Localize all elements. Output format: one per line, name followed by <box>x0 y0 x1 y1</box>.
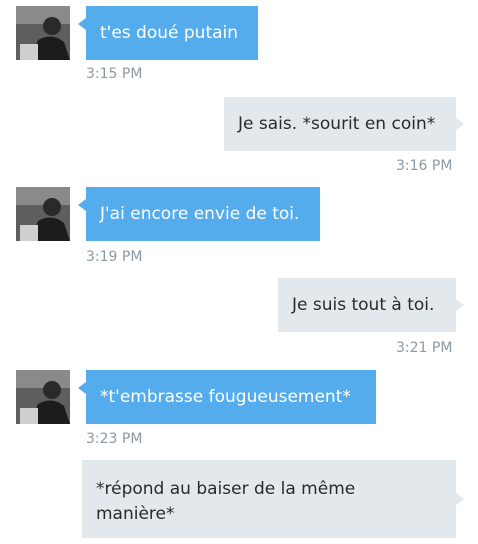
avatar-photo-icon <box>16 187 70 241</box>
message-bubble-outgoing[interactable]: Je sais. *sourit en coin* <box>224 97 464 151</box>
message-timestamp: 3:16 PM <box>396 158 453 174</box>
message-text: *t'embrasse fougueusement* <box>100 387 351 407</box>
message-text: J'ai encore envie de toi. <box>100 204 300 224</box>
message-text: *répond au baiser de la même manière* <box>96 479 356 524</box>
avatar[interactable] <box>16 187 70 241</box>
message-bubble-incoming[interactable]: J'ai encore envie de toi. <box>78 187 320 241</box>
message-bubble-incoming[interactable]: t'es doué putain <box>78 6 258 60</box>
message-timestamp: 3:19 PM <box>86 249 143 265</box>
message-timestamp: 3:15 PM <box>86 66 143 82</box>
message-text: t'es doué putain <box>100 23 239 43</box>
avatar-photo-icon <box>16 370 70 424</box>
message-bubble-incoming[interactable]: *t'embrasse fougueusement* <box>78 370 376 424</box>
message-timestamp: 3:23 PM <box>86 431 143 447</box>
avatar[interactable] <box>16 370 70 424</box>
message-bubble-outgoing[interactable]: Je suis tout à toi. <box>278 278 464 332</box>
avatar-photo-icon <box>16 6 70 60</box>
message-text: Je suis tout à toi. <box>292 295 435 315</box>
message-timestamp: 3:21 PM <box>396 340 453 356</box>
avatar[interactable] <box>16 6 70 60</box>
message-text: Je sais. *sourit en coin* <box>238 114 436 134</box>
message-bubble-outgoing[interactable]: *répond au baiser de la même manière* <box>82 460 464 538</box>
